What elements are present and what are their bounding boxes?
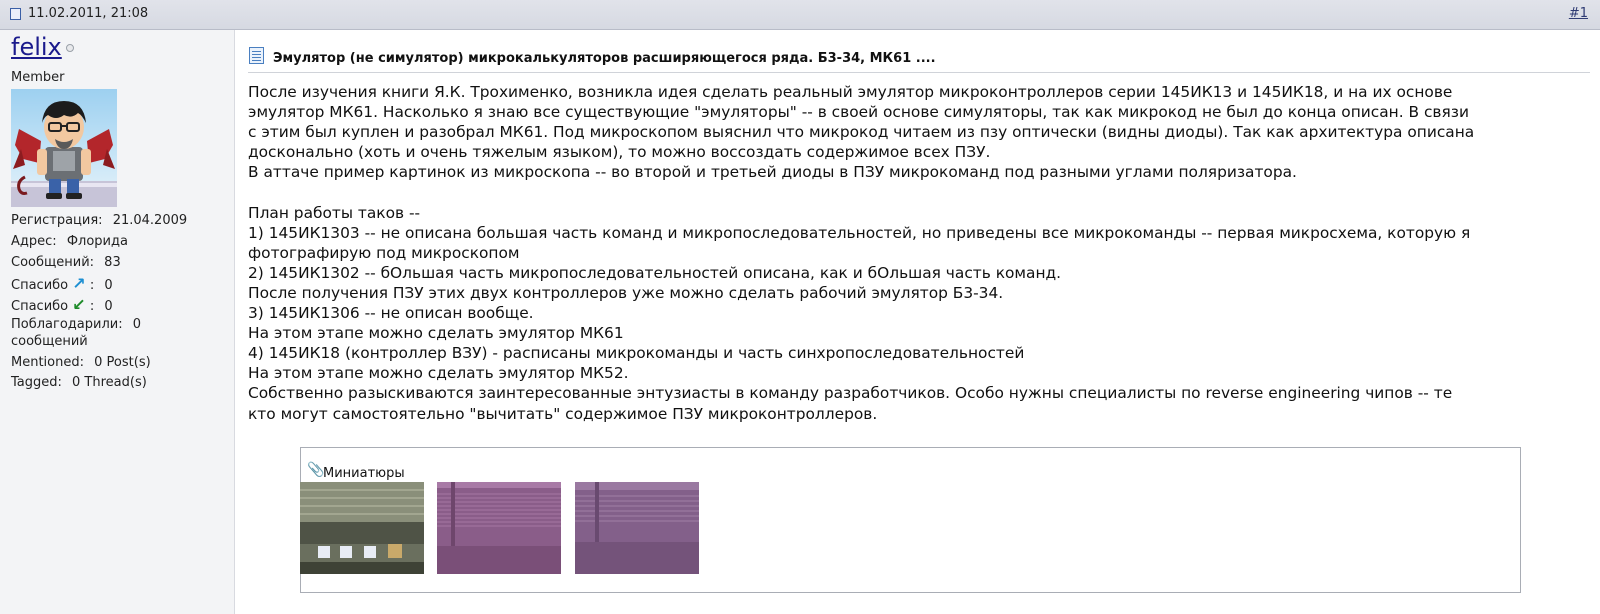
post-body-line: фотографирую под микроскопом [248,243,520,262]
post-body-line: 2) 145ИК1302 -- бОльшая часть микропосле… [248,263,1062,282]
document-icon [249,47,264,64]
post-body-line: досконально (хоть и очень тяжелым языком… [248,143,991,162]
thumbnail-2[interactable] [437,482,561,574]
thumbnail-3[interactable] [575,482,699,574]
stat-messages: Сообщений: 83 [11,255,121,270]
post-body-line [248,182,1588,202]
post-body-line: На этом этапе можно сделать эмулятор МК6… [248,324,624,343]
post-body-line: Собственно разыскиваются заинтересованны… [248,384,1453,403]
tagged-label: Tagged: [11,375,62,390]
post-content: Эмулятор (не симулятор) микрокалькулятор… [236,30,1600,614]
post-permalink[interactable]: #1 [1569,6,1588,21]
post-body-line: 3) 145ИК1306 -- не описан вообще. [248,304,534,323]
post-body-line: На этом этапе можно сделать эмулятор МК5… [248,364,629,383]
stat-address: Адрес: Флорида [11,234,128,249]
avatar[interactable] [11,89,117,207]
stat-thanked-suffix: сообщений [11,334,88,349]
thanked-value: 0 [132,317,142,332]
stat-registration: Регистрация: 21.04.2009 [11,213,187,228]
title-divider [248,72,1590,73]
stat-mentioned: Mentioned: 0 Post(s) [11,355,151,370]
arrow-down-left-icon: ↙ [72,295,86,314]
user-sidebar: felix Member Регистрация: 21.04.2009 Адр… [0,30,235,614]
arrow-up-right-icon: ↗ [72,274,86,293]
registration-value: 21.04.2009 [112,213,188,228]
forum-post: 11.02.2011, 21:08 #1 felix Member Регист… [0,0,1600,614]
thanks-given-label: Спасибо [11,278,69,293]
thanks-given-value: 0 [104,278,113,293]
post-date: 11.02.2011, 21:08 [28,6,149,21]
post-body-line: эмулятор МК61. Насколько я знаю все суще… [248,103,1469,122]
post-body-line: 1) 145ИК1303 -- не описана большая часть… [248,223,1471,242]
address-value: Флорида [66,234,128,249]
registration-label: Регистрация: [11,213,103,228]
messages-label: Сообщений: [11,255,95,270]
post-status-icon [10,8,21,20]
thanked-suffix-label: сообщений [11,334,88,349]
messages-value: 83 [104,255,121,270]
thanked-label: Поблагодарили: [11,317,123,332]
offline-status-icon [66,44,74,52]
stat-thanks-given: Спасибо ↗ : 0 [11,274,113,293]
thumbnail-1[interactable] [300,482,424,574]
thanks-received-label: Спасибо [11,299,69,314]
post-body: После изучения книги Я.К. Трохименко, во… [248,82,1588,424]
stat-thanked: Поблагодарили: 0 [11,317,141,332]
attachments-label: Миниатюры [323,466,405,481]
post-body-line: с этим был куплен и разобрал МК61. Под м… [248,123,1475,142]
stat-thanks-received: Спасибо ↙ : 0 [11,295,113,314]
post-body-line: После изучения книги Я.К. Трохименко, во… [248,83,1453,101]
mentioned-label: Mentioned: [11,355,84,370]
attachments-box: 📎 Миниатюры [300,447,1521,593]
thanks-received-value: 0 [104,299,113,314]
post-body-line: кто могут самостоятельно "вычитать" соде… [248,404,878,423]
address-label: Адрес: [11,234,57,249]
user-title: Member [11,70,65,85]
post-header: 11.02.2011, 21:08 #1 [0,0,1600,30]
post-title: Эмулятор (не симулятор) микрокалькулятор… [273,51,936,66]
post-body-line: 4) 145ИК18 (контроллер ВЗУ) - расписаны … [248,344,1025,363]
username-link[interactable]: felix [11,33,62,61]
stat-tagged: Tagged: 0 Thread(s) [11,375,147,390]
tagged-value[interactable]: 0 Thread(s) [72,375,147,390]
mentioned-value[interactable]: 0 Post(s) [94,355,151,370]
paperclip-icon: 📎 [307,462,325,478]
post-body-line: План работы таков -- [248,203,421,222]
post-body-line: После получения ПЗУ этих двух контроллер… [248,283,1004,302]
post-body-line: В аттаче пример картинок из микроскопа -… [248,163,1297,182]
